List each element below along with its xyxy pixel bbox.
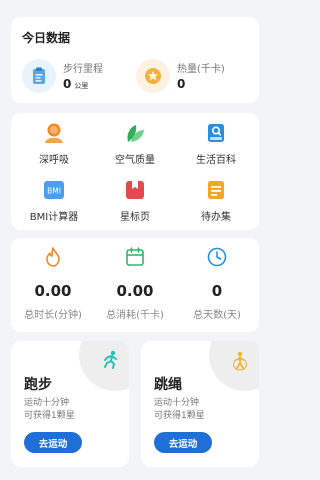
tools-card: 深呼吸 空气质量 生活百科 BMI BMI计算器 星标页 待办集 — [11, 113, 259, 230]
exercise-desc-line: 可获得1颗星 — [154, 411, 205, 421]
bottom-spacer — [0, 474, 270, 480]
summary-value: 0 — [211, 282, 223, 300]
today-data-card: 今日数据 步行里程 0 公里 热量(千卡) 0 — [11, 17, 259, 103]
bmi-icon: BMI — [43, 179, 65, 201]
flame-icon — [42, 246, 64, 268]
svg-text:BMI: BMI — [47, 187, 61, 196]
tool-label: 待办集 — [201, 212, 231, 223]
go-exercise-button[interactable]: 去运动 — [154, 432, 212, 453]
tool-label: 星标页 — [120, 212, 150, 223]
summary-duration: 0.00 总时长(分钟) — [12, 246, 94, 321]
go-exercise-button[interactable]: 去运动 — [24, 432, 82, 453]
bookmark-icon — [124, 179, 146, 201]
steps-value: 0 公里 — [63, 77, 89, 91]
summary-card: 0.00 总时长(分钟) 0.00 总消耗(千卡) 0 总天数(天) — [11, 238, 259, 332]
running-icon — [99, 349, 121, 371]
steps-stat: 步行里程 0 公里 — [22, 59, 132, 95]
exercise-desc-line: 可获得1颗星 — [24, 411, 75, 421]
exercise-desc-line: 运动十分钟 — [154, 398, 200, 408]
tool-label: BMI计算器 — [29, 212, 79, 223]
todo-icon — [205, 179, 227, 201]
tool-todo[interactable]: 待办集 — [181, 179, 251, 223]
tool-label: 生活百科 — [196, 155, 236, 166]
jump-rope-icon — [229, 349, 251, 371]
summary-consumption: 0.00 总消耗(千卡) — [94, 246, 176, 321]
tool-life-wiki[interactable]: 生活百科 — [181, 122, 251, 166]
leaf-icon — [124, 122, 146, 144]
star-coin-icon — [136, 59, 170, 93]
today-title: 今日数据 — [22, 31, 71, 45]
calories-stat: 热量(千卡) 0 — [136, 59, 246, 95]
calories-value: 0 — [177, 77, 186, 91]
summary-label: 总时长(分钟) — [24, 310, 82, 321]
tool-deep-breath[interactable]: 深呼吸 — [19, 122, 89, 166]
exercise-card-jump-rope: 跳绳 运动十分钟 可获得1颗星 去运动 — [141, 341, 259, 467]
summary-days: 0 总天数(天) — [176, 246, 258, 321]
exercise-description: 运动十分钟 可获得1颗星 — [154, 397, 205, 423]
steps-unit: 公里 — [74, 82, 89, 90]
exercise-description: 运动十分钟 可获得1颗星 — [24, 397, 75, 423]
tool-air-quality[interactable]: 空气质量 — [100, 122, 170, 166]
person-icon — [43, 122, 65, 144]
steps-label: 步行里程 — [63, 64, 103, 75]
exercise-title: 跑步 — [24, 377, 52, 393]
summary-label: 总天数(天) — [193, 310, 241, 321]
tool-bmi-calculator[interactable]: BMI BMI计算器 — [19, 179, 89, 223]
tool-star-page[interactable]: 星标页 — [100, 179, 170, 223]
calendar-icon — [124, 246, 146, 268]
clipboard-icon — [22, 59, 56, 93]
exercise-desc-line: 运动十分钟 — [24, 398, 70, 408]
book-icon — [205, 122, 227, 144]
tool-label: 空气质量 — [115, 155, 155, 166]
clock-icon — [206, 246, 228, 268]
summary-value: 0.00 — [34, 282, 72, 300]
exercise-title: 跳绳 — [154, 377, 182, 393]
summary-value: 0.00 — [116, 282, 154, 300]
summary-label: 总消耗(千卡) — [106, 310, 164, 321]
exercise-card-running: 跑步 运动十分钟 可获得1颗星 去运动 — [11, 341, 129, 467]
tool-label: 深呼吸 — [39, 155, 69, 166]
calories-label: 热量(千卡) — [177, 64, 225, 75]
